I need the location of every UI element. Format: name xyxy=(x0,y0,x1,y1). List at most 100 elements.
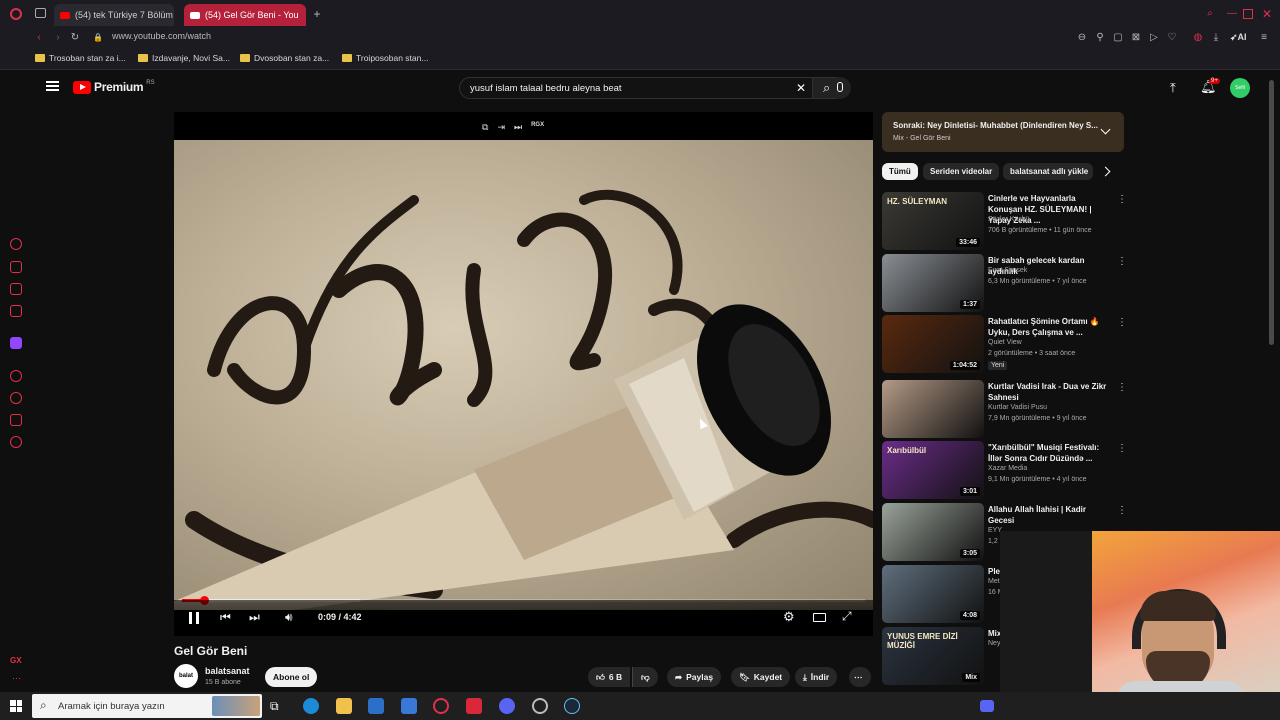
taskbar-search-input[interactable]: ⌕ Aramak için buraya yazın xyxy=(32,694,262,718)
channel-name[interactable]: balatsanat xyxy=(205,666,250,676)
fullscreen-icon[interactable]: ⤢ xyxy=(842,609,852,624)
voice-search-button[interactable] xyxy=(829,77,851,99)
chip-all[interactable]: Tümü xyxy=(882,163,918,180)
video-thumbnail[interactable] xyxy=(882,380,984,438)
bookmark-item[interactable]: Troiposoban stan... xyxy=(342,53,428,63)
clear-search-icon[interactable]: ✕ xyxy=(796,81,806,95)
history-icon[interactable] xyxy=(10,392,22,404)
chevron-down-icon[interactable] xyxy=(1100,124,1111,135)
upload-icon[interactable]: ⤒ xyxy=(1170,80,1176,96)
store-icon[interactable] xyxy=(368,698,384,714)
snapshot-icon[interactable]: ▢ xyxy=(1112,32,1124,44)
mail-icon[interactable] xyxy=(401,698,417,714)
video-thumbnail[interactable]: YUNUS EMRE DİZİ MÜZİĞİ Mix xyxy=(882,627,984,685)
search-input[interactable]: yusuf islam talaal bedru aleyna beat ✕ xyxy=(459,77,813,99)
dislike-button[interactable]: 👎︎ xyxy=(632,667,658,687)
next-button[interactable]: ⏭ xyxy=(249,610,260,625)
recommendation-channel[interactable]: Met xyxy=(988,578,1000,585)
video-thumbnail[interactable]: 1:37 xyxy=(882,254,984,312)
recommendation-channel[interactable]: Kurtlar Vadisi Pusu xyxy=(988,404,1047,411)
close-window-icon[interactable]: ✕ xyxy=(1261,8,1273,20)
recommendation-channel[interactable]: Fırat Simsek xyxy=(988,267,1027,274)
pip-icon[interactable]: ⇥ xyxy=(497,122,505,133)
recommendation-card[interactable]: Kurtlar Vadisi Irak - Dua ve Zikr Sahnes… xyxy=(882,380,1127,438)
subscribe-button[interactable]: Abone ol xyxy=(265,667,318,687)
recommendation-title[interactable]: Allahu Allah İlahisi | Kadir Gecesi xyxy=(988,504,1110,526)
extensions-icon[interactable] xyxy=(10,414,22,426)
heart-icon[interactable]: ♡ xyxy=(1166,32,1178,44)
tray-app-icon[interactable] xyxy=(980,700,994,712)
chip-series[interactable]: Seriden videolar xyxy=(923,163,1000,180)
share-button[interactable]: ➦ Paylaş xyxy=(667,667,722,687)
more-vertical-icon[interactable]: ⋮ xyxy=(1117,505,1127,516)
red-app-icon[interactable] xyxy=(466,698,482,714)
recommendation-card[interactable]: Xarıbülbül 3:01 "Xarıbülbül" Musiqi Festiv… xyxy=(882,441,1127,499)
theater-mode-icon[interactable] xyxy=(813,613,826,622)
edge-icon[interactable] xyxy=(303,698,319,714)
back-icon[interactable]: ‹ xyxy=(33,32,45,44)
more-vertical-icon[interactable]: ⋮ xyxy=(1117,256,1127,267)
video-thumbnail[interactable]: HZ. SÜLEYMAN 33:46 xyxy=(882,192,984,250)
account-avatar[interactable]: Sefil xyxy=(1230,78,1250,98)
tab-2-active[interactable]: (54) Gel Gör Beni - You xyxy=(184,4,306,26)
workspaces-icon[interactable] xyxy=(35,8,46,18)
channel-avatar[interactable]: balat xyxy=(174,664,198,688)
crypto-wallet-icon[interactable] xyxy=(10,261,22,273)
youtube-logo[interactable]: Premium RS xyxy=(73,80,155,94)
twitch-icon[interactable] xyxy=(10,337,22,349)
file-explorer-icon[interactable] xyxy=(336,698,352,714)
rgx-badge[interactable]: RGX xyxy=(531,122,544,133)
recommendation-title[interactable]: Kurtlar Vadisi Irak - Dua ve Zikr Sahnes… xyxy=(988,381,1110,403)
more-icon[interactable]: ⋯ xyxy=(12,673,21,684)
settings-icon[interactable] xyxy=(10,436,22,448)
page-scrollbar[interactable] xyxy=(1269,80,1274,345)
more-actions-button[interactable]: ⋯ xyxy=(849,667,871,687)
video-thumbnail[interactable]: 4:08 xyxy=(882,565,984,623)
pause-button[interactable] xyxy=(189,612,199,624)
minimize-icon[interactable]: — xyxy=(1226,8,1238,20)
previous-button[interactable]: ⏮ xyxy=(220,610,231,625)
recommendation-title[interactable]: "Xarıbülbül" Musiqi Festivalı: İllər Son… xyxy=(988,442,1110,464)
messenger-icon[interactable] xyxy=(10,283,22,295)
bookmark-item[interactable]: Izdavanje, Novi Sa... xyxy=(138,53,230,63)
zoom-icon[interactable]: ⊖ xyxy=(1076,32,1088,44)
wallet-icon[interactable]: ◍ xyxy=(1192,32,1204,44)
video-thumbnail[interactable]: Xarıbülbül 3:01 xyxy=(882,441,984,499)
gx-logo-icon[interactable]: GX xyxy=(10,656,22,665)
save-button[interactable]: 🔖︎ Kaydet xyxy=(731,667,791,687)
recommendation-card[interactable]: HZ. SÜLEYMAN 33:46 Cinlerle ve Hayvanlarla… xyxy=(882,192,1127,250)
chevron-right-icon[interactable] xyxy=(1100,166,1111,177)
more-vertical-icon[interactable]: ⋮ xyxy=(1117,317,1127,328)
tab-1[interactable]: (54) tek Türkiye 7 Bölüm F xyxy=(54,4,174,26)
recommendation-channel[interactable]: Quiet View xyxy=(988,339,1022,346)
gx-corner-icon[interactable] xyxy=(10,305,22,317)
hamburger-menu-icon[interactable] xyxy=(46,81,59,91)
recommendation-channel[interactable]: Xazar Media xyxy=(988,465,1027,472)
aria-ai-button[interactable]: ➶AI xyxy=(1230,32,1247,43)
pin-icon[interactable]: ⚲ xyxy=(1094,32,1106,44)
bookmark-item[interactable]: Dvosoban stan za... xyxy=(240,53,329,63)
skip-icon[interactable]: ⏭ xyxy=(514,122,522,133)
recommendation-channel[interactable]: Sözler Köşkü xyxy=(988,216,1029,223)
more-vertical-icon[interactable]: ⋮ xyxy=(1117,443,1127,454)
system-app-icon[interactable] xyxy=(532,698,548,714)
bookmark-item[interactable]: Trosoban stan za i... xyxy=(35,53,126,63)
recommendation-title[interactable]: Rahatlatıcı Şömine Ortamı 🔥 Uyku, Ders Ç… xyxy=(988,316,1110,338)
player-icon[interactable] xyxy=(10,370,22,382)
opera-gx-taskbar-icon[interactable] xyxy=(433,698,449,714)
play-icon[interactable]: ▷ xyxy=(1148,32,1160,44)
download-button[interactable]: ⤓ İndir xyxy=(795,667,838,687)
video-player[interactable]: ⧉ ⇥ ⏭ RGX ⏮ ⏭ 🔊︎ 0:09 / 4:42 ⚙ ⤢ xyxy=(174,112,873,636)
search-tabs-icon[interactable]: ⌕ xyxy=(1204,8,1216,20)
more-vertical-icon[interactable]: ⋮ xyxy=(1117,382,1127,393)
settings-gear-icon[interactable]: ⚙ xyxy=(783,609,795,625)
video-thumbnail[interactable]: 1:04:52 xyxy=(882,315,984,373)
maximize-icon[interactable] xyxy=(1243,9,1253,19)
aria-icon[interactable] xyxy=(10,238,22,250)
new-tab-plus-icon[interactable]: + xyxy=(311,8,323,20)
windows-start-icon[interactable] xyxy=(10,700,22,712)
steam-icon[interactable] xyxy=(564,698,580,714)
recommendation-card[interactable]: 1:37 Bir sabah gelecek kardan aydınlık Fır… xyxy=(882,254,1127,312)
task-view-icon[interactable]: ⧉ xyxy=(270,699,279,714)
miniplayer-icon[interactable]: ⧉ xyxy=(482,122,488,133)
